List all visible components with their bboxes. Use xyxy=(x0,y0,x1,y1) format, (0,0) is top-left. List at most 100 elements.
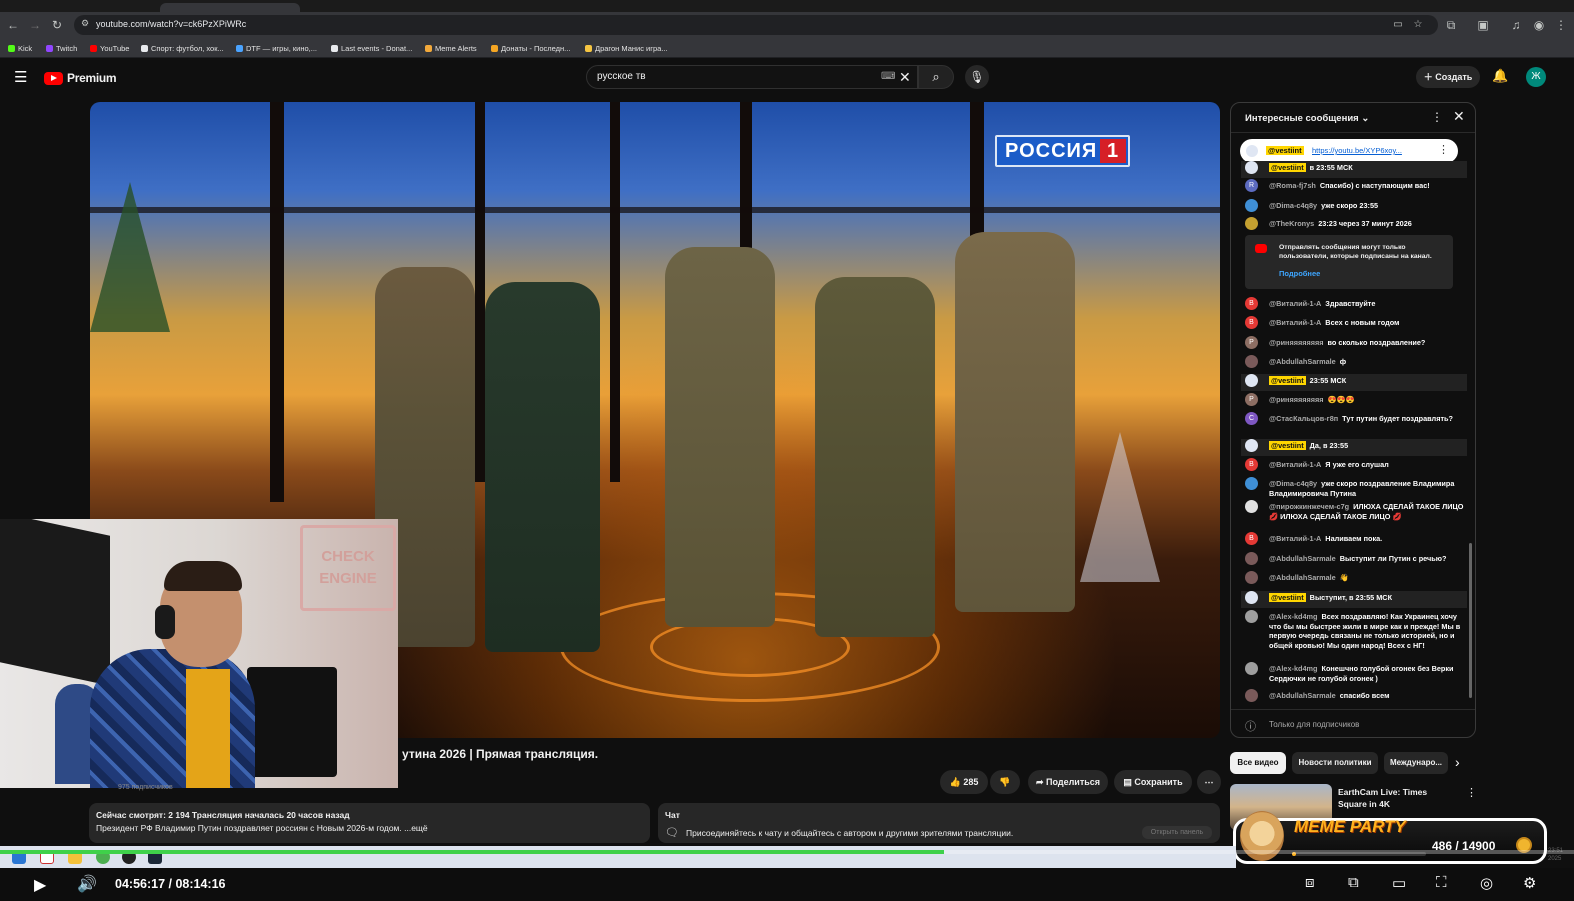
site-info-icon[interactable]: ⚙ xyxy=(81,18,89,29)
chat-avatar xyxy=(1245,477,1258,490)
forward-icon[interactable]: → xyxy=(26,16,44,34)
chevron-right-icon[interactable]: › xyxy=(1455,754,1460,770)
cast-icon[interactable]: ▭ xyxy=(1390,17,1406,33)
chat-text: Всех с новым годом xyxy=(1325,318,1400,327)
bookmark-item[interactable]: Kick xyxy=(8,42,32,54)
pinned-more-icon[interactable]: ⋮ xyxy=(1438,143,1449,156)
browser-tab[interactable] xyxy=(160,3,300,12)
chip-politics-news[interactable]: Новости политики xyxy=(1292,752,1378,774)
volume-icon[interactable]: 🔊 xyxy=(77,874,97,894)
chat-mode-dropdown[interactable]: Интересные сообщения ⌄ xyxy=(1245,113,1369,124)
chat-author[interactable]: @vestiint xyxy=(1269,163,1306,172)
chat-author[interactable]: @СтасКальцов-г8п xyxy=(1269,414,1338,423)
chat-more-icon[interactable]: ⋮ xyxy=(1431,110,1443,124)
chat-author[interactable]: @vestiint xyxy=(1269,593,1306,602)
account-avatar[interactable]: Ж xyxy=(1526,67,1546,87)
theater-mode-icon[interactable]: ▭ xyxy=(1392,874,1406,892)
search-button[interactable]: ⌕ xyxy=(918,65,954,89)
chat-message[interactable]: @vestiint 23:55 МСК xyxy=(1241,374,1467,391)
related-video-title[interactable]: EarthCam Live: Times Square in 4K xyxy=(1338,786,1458,810)
chat-avatar xyxy=(1245,571,1258,584)
create-button[interactable]: ＋ Создать xyxy=(1416,66,1480,88)
chat-author[interactable]: @Dima-c4q8y xyxy=(1269,201,1317,210)
pinned-message[interactable]: @vestiint https://youtu.be/XYP6xoy... ⋮ xyxy=(1240,139,1458,163)
chat-message[interactable]: @vestiint в 23:55 МСК xyxy=(1241,161,1467,178)
chat-avatar xyxy=(1245,552,1258,565)
chat-author[interactable]: @Roma-fj7sh xyxy=(1269,181,1316,190)
pinned-link[interactable]: https://youtu.be/XYP6xoy... xyxy=(1312,146,1402,155)
reload-icon[interactable]: ↻ xyxy=(48,16,66,34)
like-button[interactable]: 👍 285 xyxy=(940,770,988,794)
bookmark-item[interactable]: Last events - Donat... xyxy=(331,42,412,54)
fullscreen-icon[interactable]: ⛶ xyxy=(1436,874,1447,891)
learn-more-link[interactable]: Подробнее xyxy=(1279,269,1320,278)
chat-author[interactable]: @AbdullahSarmale xyxy=(1269,554,1336,563)
chat-author[interactable]: @пирожкинжечем-с7g xyxy=(1269,502,1349,511)
bookmark-star-icon[interactable]: ☆ xyxy=(1410,17,1426,33)
chat-author[interactable]: @риняяяяяяяя xyxy=(1269,395,1324,404)
bookmark-item[interactable]: Спорт: футбол, хок... xyxy=(141,42,224,54)
media-icon[interactable]: ♫ xyxy=(1507,16,1525,34)
hamburger-menu-icon[interactable]: ☰ xyxy=(14,70,30,86)
bookmark-item[interactable]: DTF — игры, кино,... xyxy=(236,42,317,54)
browser-menu-icon[interactable]: ⋮ xyxy=(1552,16,1570,34)
share-icon: ➦ xyxy=(1035,777,1044,787)
save-button[interactable]: ▤ Сохранить xyxy=(1114,770,1192,794)
close-icon[interactable]: ✕ xyxy=(1453,108,1465,125)
notifications-bell-icon[interactable]: 🔔 xyxy=(1492,68,1508,84)
chat-author[interactable]: @Виталий-1-А xyxy=(1269,318,1321,327)
share-button[interactable]: ➦ Поделиться xyxy=(1028,770,1108,794)
chip-international[interactable]: Междунаро... xyxy=(1384,752,1448,774)
chat-author[interactable]: @AbdullahSarmale xyxy=(1269,573,1336,582)
description-box[interactable]: Сейчас смотрят: 2 194 Трансляция началас… xyxy=(89,803,650,843)
dislike-button[interactable]: 👎 xyxy=(990,770,1020,794)
extensions-icon[interactable]: ⧉ xyxy=(1442,16,1460,34)
bookmark-favicon-icon xyxy=(8,44,15,52)
chat-author[interactable]: @vestiint xyxy=(1269,441,1306,450)
chat-author[interactable]: @vestiint xyxy=(1269,376,1306,385)
chat-author[interactable]: @Виталий-1-А xyxy=(1269,534,1321,543)
chat-message[interactable]: @vestiint Да, в 23:55 xyxy=(1241,439,1467,456)
bookmark-item[interactable]: YouTube xyxy=(90,42,129,54)
chat-author[interactable]: @Alex-kd4mg xyxy=(1269,664,1317,673)
youtube-logo[interactable]: Premium xyxy=(44,69,117,87)
bookmark-item[interactable]: Донаты - Последн... xyxy=(491,42,570,54)
streamer-shirt xyxy=(90,649,255,788)
miniplayer-icon[interactable]: ⧈ xyxy=(1305,874,1315,891)
address-bar[interactable]: ⚙ youtube.com/watch?v=ck6PzXPiWRc ▭ ☆ xyxy=(74,15,1438,35)
chat-author[interactable]: @Alex-kd4mg xyxy=(1269,612,1317,621)
performer xyxy=(815,277,935,637)
bookmark-item[interactable]: Meme Alerts xyxy=(425,42,477,54)
chat-message[interactable]: @vestiint Выступит, в 23:55 МСК xyxy=(1241,591,1467,608)
tab-search-icon[interactable]: ▣ xyxy=(1474,16,1492,34)
search-input[interactable]: русское тв ⌨ ✕ xyxy=(586,65,918,89)
thumbs-up-icon: 👍 xyxy=(949,777,961,787)
chip-all-videos[interactable]: Все видео xyxy=(1230,752,1286,774)
settings-gear-icon[interactable]: ⚙ xyxy=(1523,874,1536,892)
window-frame xyxy=(270,102,284,502)
chat-author[interactable]: @Виталий-1-А xyxy=(1269,460,1321,469)
chat-avatar xyxy=(1245,199,1258,212)
playback-speed-icon[interactable]: ◎ xyxy=(1480,874,1493,892)
back-icon[interactable]: ← xyxy=(4,16,22,34)
voice-search-button[interactable]: 🎙 xyxy=(965,65,989,89)
chat-message-body: @AbdullahSarmale спасибо всем xyxy=(1269,691,1465,701)
more-actions-button[interactable]: ⋯ xyxy=(1197,770,1221,794)
chat-author[interactable]: @Dima-c4q8y xyxy=(1269,479,1317,488)
profile-icon[interactable]: ◉ xyxy=(1530,16,1548,34)
open-chat-button[interactable]: Открыть панель xyxy=(1142,826,1212,839)
chat-author[interactable]: @AbdullahSarmale xyxy=(1269,357,1336,366)
bookmark-item[interactable]: Twitch xyxy=(46,42,77,54)
picture-in-picture-icon[interactable]: ⧉ xyxy=(1348,874,1359,891)
clear-search-icon[interactable]: ✕ xyxy=(899,69,911,86)
chat-message-body: @Dima-c4q8y уже скоро 23:55 xyxy=(1269,201,1465,211)
keyboard-icon[interactable]: ⌨ xyxy=(881,71,895,82)
chat-author[interactable]: @риняяяяяяяя xyxy=(1269,338,1324,347)
chat-scrollbar[interactable] xyxy=(1469,543,1472,698)
chat-author[interactable]: @Виталий-1-А xyxy=(1269,299,1321,308)
bookmark-item[interactable]: Драгон Манис игра... xyxy=(585,42,668,54)
chat-author[interactable]: @TheKronys xyxy=(1269,219,1314,228)
chat-author[interactable]: @AbdullahSarmale xyxy=(1269,691,1336,700)
related-more-icon[interactable]: ⋮ xyxy=(1466,786,1477,799)
play-icon[interactable]: ▶ xyxy=(34,875,46,895)
